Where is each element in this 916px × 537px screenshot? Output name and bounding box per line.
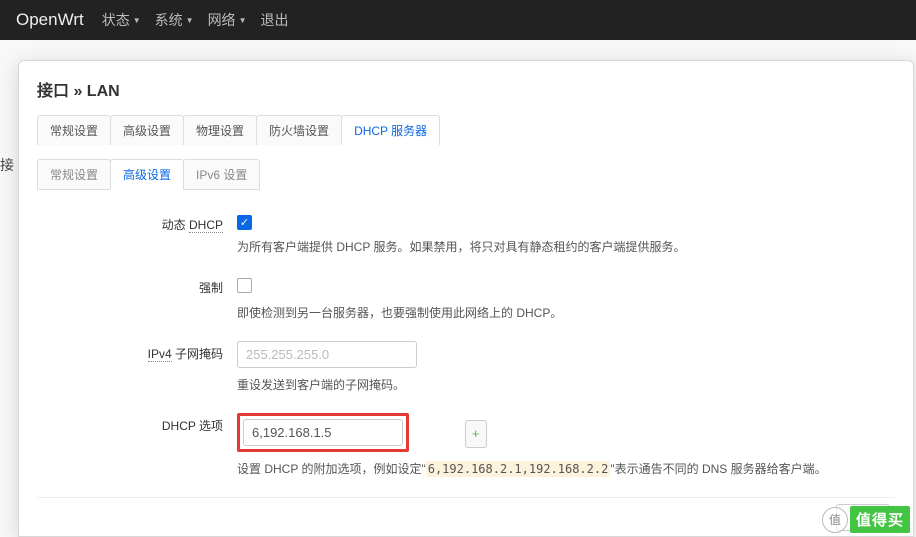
menu-network[interactable]: 网络▼ <box>208 10 247 30</box>
chevron-down-icon: ▼ <box>133 16 141 25</box>
top-menu: 状态▼ 系统▼ 网络▼ 退出 <box>102 10 289 30</box>
checkbox-dynamic-dhcp[interactable]: ✓ <box>237 215 252 230</box>
tab-firewall[interactable]: 防火墙设置 <box>256 115 342 145</box>
dhcp-subtabs: 常规设置 高级设置 IPv6 设置 <box>37 159 895 190</box>
menu-system[interactable]: 系统▼ <box>155 10 194 30</box>
brand-label: OpenWrt <box>16 10 84 30</box>
modal-tabs: 常规设置 高级设置 物理设置 防火墙设置 DHCP 服务器 <box>37 115 895 145</box>
add-option-button[interactable]: + <box>465 420 487 448</box>
modal-footer: 关闭 <box>37 497 895 537</box>
watermark-circle: 值 <box>822 507 848 533</box>
top-menu-bar: OpenWrt 状态▼ 系统▼ 网络▼ 退出 <box>0 0 916 40</box>
row-netmask: IPv4 子网掩码 重设发送到客户端的子网掩码。 <box>37 341 895 393</box>
subtab-ipv6[interactable]: IPv6 设置 <box>183 159 260 190</box>
help-force: 即使检测到另一台服务器，也要强制使用此网络上的 DHCP。 <box>237 304 895 321</box>
label-dynamic-dhcp: 动态 DHCP <box>37 212 237 233</box>
row-dhcp-options: DHCP 选项 + 设置 DHCP 的附加选项，例如设定"6,192.168.2… <box>37 413 895 477</box>
label-netmask: IPv4 子网掩码 <box>37 341 237 362</box>
tab-dhcp-server[interactable]: DHCP 服务器 <box>341 115 440 145</box>
menu-status[interactable]: 状态▼ <box>102 10 141 30</box>
example-code: 6,192.168.2.1,192.168.2.2 <box>426 461 611 477</box>
row-dynamic-dhcp: 动态 DHCP ✓ 为所有客户端提供 DHCP 服务。如果禁用，将只对具有静态租… <box>37 212 895 255</box>
help-dhcp-options: 设置 DHCP 的附加选项，例如设定"6,192.168.2.1,192.168… <box>237 460 895 477</box>
tab-physical[interactable]: 物理设置 <box>183 115 257 145</box>
highlight-box <box>237 413 409 452</box>
help-netmask: 重设发送到客户端的子网掩码。 <box>237 376 895 393</box>
subtab-advanced[interactable]: 高级设置 <box>110 159 184 190</box>
tab-advanced[interactable]: 高级设置 <box>110 115 184 145</box>
help-dynamic-dhcp: 为所有客户端提供 DHCP 服务。如果禁用，将只对具有静态租约的客户端提供服务。 <box>237 238 895 255</box>
watermark-green: 值得买 <box>850 506 910 533</box>
tab-general[interactable]: 常规设置 <box>37 115 111 145</box>
subtab-general[interactable]: 常规设置 <box>37 159 111 190</box>
background-cut-text: 接 <box>0 155 14 175</box>
label-force: 强制 <box>37 275 237 296</box>
modal-title: 接口 » LAN <box>37 77 895 101</box>
input-netmask[interactable] <box>237 341 417 368</box>
chevron-down-icon: ▼ <box>239 16 247 25</box>
menu-logout[interactable]: 退出 <box>260 10 288 30</box>
watermark: 值 什么 值得买 <box>822 506 910 533</box>
row-force: 强制 即使检测到另一台服务器，也要强制使用此网络上的 DHCP。 <box>37 275 895 321</box>
checkbox-force[interactable] <box>237 278 252 293</box>
input-dhcp-options[interactable] <box>243 419 403 446</box>
interface-modal: 接口 » LAN 常规设置 高级设置 物理设置 防火墙设置 DHCP 服务器 常… <box>18 60 914 537</box>
chevron-down-icon: ▼ <box>186 16 194 25</box>
label-dhcp-options: DHCP 选项 <box>37 413 237 434</box>
